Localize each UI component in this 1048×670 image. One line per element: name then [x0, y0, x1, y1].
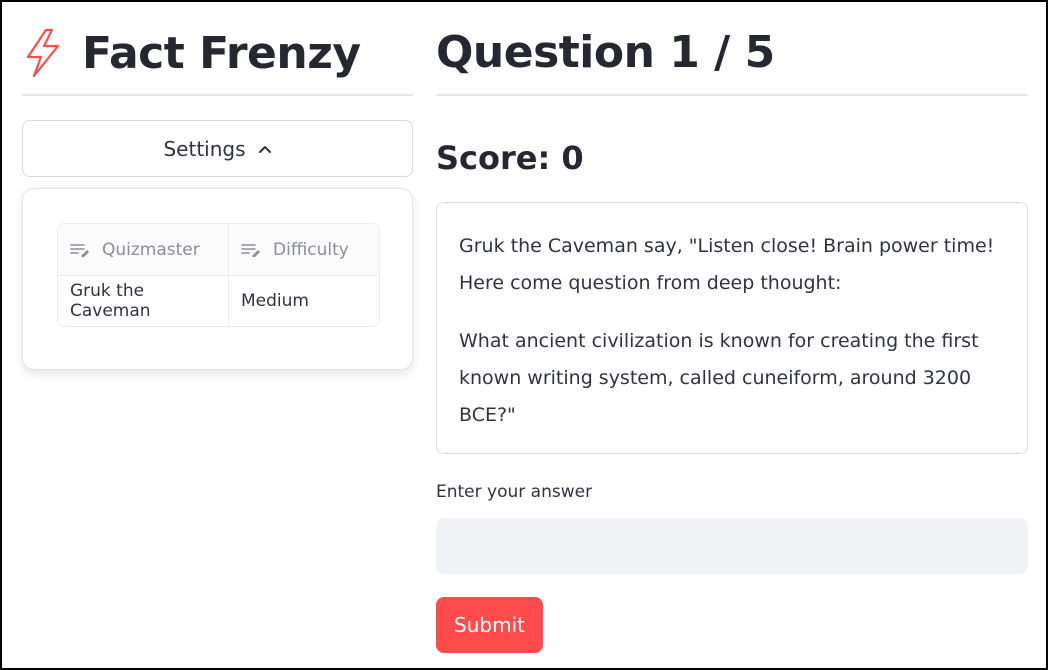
question-text: What ancient civilization is known for c… — [459, 330, 979, 426]
cell-difficulty[interactable]: Medium — [229, 276, 379, 326]
table-header-row: Quizmaster Difficulty — [58, 224, 379, 276]
app-window: Fact Frenzy Settings Quizmaster Difficul… — [0, 0, 1048, 670]
app-title: Fact Frenzy — [82, 27, 361, 79]
settings-label: Settings — [163, 136, 246, 161]
divider — [22, 94, 413, 96]
column-header-quizmaster[interactable]: Quizmaster — [58, 224, 229, 275]
table-row: Gruk the Caveman Medium — [58, 276, 379, 326]
settings-table: Quizmaster Difficulty Gruk the Caveman M… — [57, 223, 380, 327]
divider — [436, 94, 1028, 96]
answer-label: Enter your answer — [436, 482, 593, 502]
question-box: Gruk the Caveman say, "Listen close! Bra… — [436, 202, 1028, 454]
settings-panel: Quizmaster Difficulty Gruk the Caveman M… — [22, 188, 413, 370]
chevron-up-icon — [258, 145, 271, 153]
cell-quizmaster[interactable]: Gruk the Caveman — [58, 276, 229, 326]
question-heading: Question 1 / 5 — [436, 27, 775, 78]
edit-column-icon — [70, 243, 89, 257]
score-display: Score: 0 — [436, 139, 584, 177]
lightning-bolt-icon — [26, 28, 60, 78]
column-header-difficulty[interactable]: Difficulty — [229, 224, 379, 275]
question-intro: Gruk the Caveman say, "Listen close! Bra… — [459, 235, 995, 294]
app-header: Fact Frenzy — [22, 26, 361, 80]
answer-input[interactable] — [436, 518, 1028, 574]
submit-button[interactable]: Submit — [436, 597, 543, 653]
column-header-label: Difficulty — [273, 239, 349, 260]
column-header-label: Quizmaster — [102, 239, 200, 260]
settings-toggle-button[interactable]: Settings — [22, 120, 413, 177]
edit-column-icon — [241, 243, 260, 257]
